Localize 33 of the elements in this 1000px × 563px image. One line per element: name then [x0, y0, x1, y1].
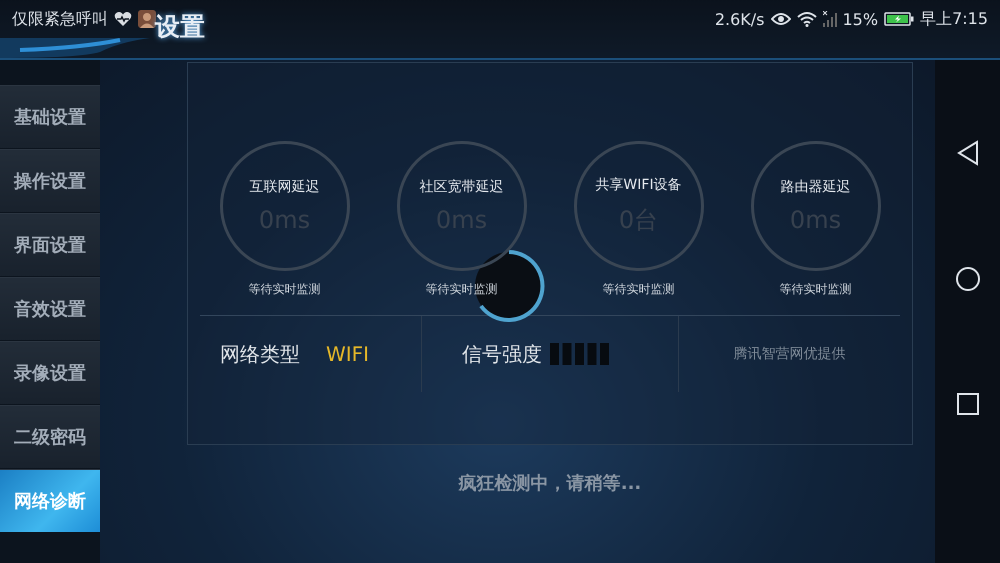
sidebar-tab[interactable]: 二级密码: [0, 405, 100, 468]
heart-pulse-icon: [114, 11, 132, 27]
signal-icon: [822, 11, 836, 27]
battery-percent: 15%: [842, 10, 878, 28]
wifi-icon: [796, 11, 816, 27]
sidebar-tab[interactable]: 操作设置: [0, 149, 100, 212]
metric-status: 等待实时监测: [248, 281, 320, 298]
clock-text: 早上7:15: [920, 8, 988, 30]
metric-label: 社区宽带延迟: [420, 178, 504, 196]
network-type-value: WIFI: [326, 342, 370, 366]
metric-label: 路由器延迟: [780, 178, 850, 196]
metric-status: 等待实时监测: [602, 281, 674, 298]
sidebar-tab[interactable]: 音效设置: [0, 277, 100, 340]
network-speed: 2.6K/s: [714, 10, 764, 28]
provider-credit: 腾讯智营网优提供: [734, 345, 846, 363]
metric-label: 共享WIFI设备: [595, 176, 682, 194]
home-icon[interactable]: [954, 266, 980, 292]
sidebar-tab[interactable]: 界面设置: [0, 213, 100, 276]
signal-bars-icon: [550, 343, 612, 365]
metric-label: 互联网延迟: [250, 178, 320, 196]
battery-charging-icon: [884, 12, 914, 26]
metric-status: 等待实时监测: [780, 281, 852, 298]
sidebar-tab[interactable]: 基础设置: [0, 85, 100, 148]
notification-text: 仅限紧急呼叫: [12, 8, 108, 30]
recent-apps-icon[interactable]: [956, 392, 980, 416]
metric-status: 等待实时监测: [426, 281, 498, 298]
back-icon[interactable]: [956, 140, 980, 166]
sidebar-tab[interactable]: 录像设置: [0, 341, 100, 404]
eye-icon: [770, 12, 790, 26]
network-type-label: 网络类型: [220, 340, 300, 368]
page-title: 设置: [155, 11, 205, 43]
progress-message: 疯狂检测中，请稍等...: [457, 472, 642, 495]
signal-strength-label: 信号强度: [462, 340, 542, 368]
